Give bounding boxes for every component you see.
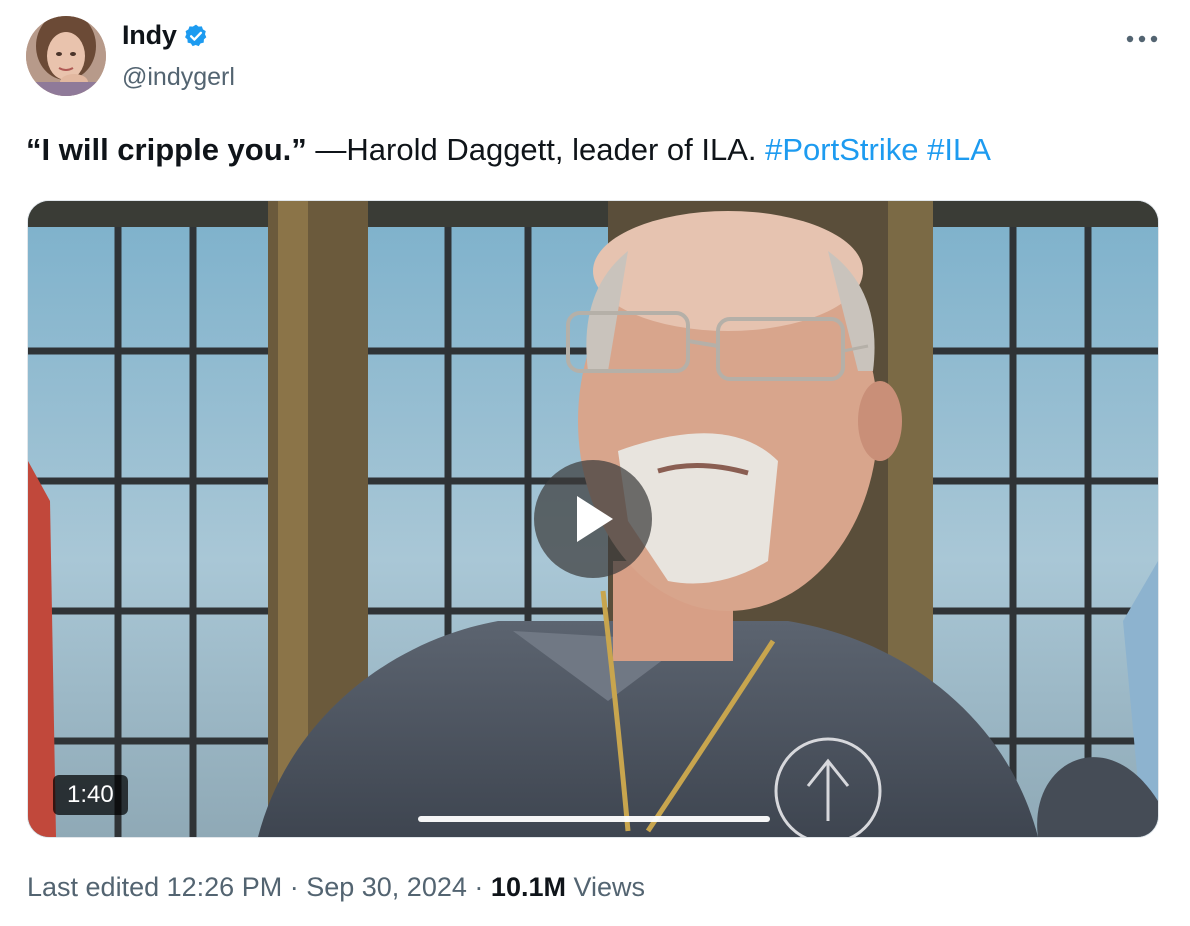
author-display-name[interactable]: Indy — [122, 20, 177, 51]
video-progress-bar[interactable] — [418, 816, 770, 822]
meta-separator: · — [474, 872, 484, 902]
tweet-time[interactable]: 12:26 PM — [167, 872, 283, 902]
hashtag-portstrike-link[interactable]: #PortStrike — [765, 132, 918, 167]
more-options-icon — [1126, 35, 1158, 43]
video-duration-badge: 1:40 — [53, 775, 128, 815]
play-icon — [577, 496, 613, 542]
views-label: Views — [573, 872, 646, 902]
author-handle[interactable]: @indygerl — [122, 63, 235, 92]
more-options-button[interactable] — [1120, 24, 1164, 54]
tweet-date[interactable]: Sep 30, 2024 — [306, 872, 467, 902]
author-avatar[interactable] — [26, 16, 106, 96]
play-button[interactable] — [534, 460, 652, 578]
tweet-meta: Last edited 12:26 PM · Sep 30, 2024 · 10… — [27, 872, 645, 903]
tweet-attribution: —Harold Daggett, leader of ILA. — [306, 132, 766, 167]
tweet-quote: “I will cripple you.” — [26, 132, 307, 167]
tweet-text: “I will cripple you.” —Harold Daggett, l… — [26, 130, 991, 170]
video-player[interactable]: 1:40 — [27, 200, 1159, 838]
verified-badge-icon — [183, 23, 209, 49]
avatar-image — [26, 16, 106, 96]
author-name-row[interactable]: Indy — [122, 20, 209, 51]
edited-label[interactable]: Last edited — [27, 872, 159, 902]
hashtag-ila-link[interactable]: #ILA — [927, 132, 991, 167]
meta-separator: · — [289, 872, 299, 902]
views-count: 10.1M — [490, 872, 566, 902]
